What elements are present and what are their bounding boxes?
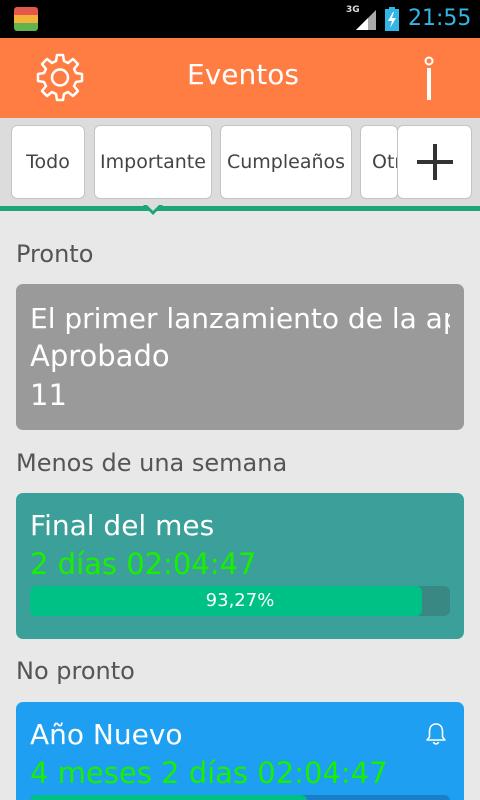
bell-icon[interactable] xyxy=(426,722,446,746)
event-title: El primer lanzamiento de la aplicación xyxy=(30,302,450,335)
progress-fill xyxy=(30,795,308,800)
tab-otros[interactable]: Otros xyxy=(360,125,398,199)
event-title: Final del mes xyxy=(30,509,215,542)
event-card[interactable]: El primer lanzamiento de la aplicación A… xyxy=(16,284,464,430)
event-subtitle: Aprobado xyxy=(30,339,170,373)
event-title: Año Nuevo xyxy=(30,718,183,751)
app-notification-icon xyxy=(14,7,38,31)
signal-icon xyxy=(356,10,376,30)
clock: 21:55 xyxy=(408,6,472,31)
add-event-button[interactable] xyxy=(397,125,472,199)
tab-todo[interactable]: Todo xyxy=(11,125,85,199)
tab-cumpleanos[interactable]: Cumpleaños xyxy=(220,125,352,199)
section-header: Pronto xyxy=(16,240,94,268)
event-countdown: 2 días 02:04:47 xyxy=(30,547,257,581)
progress-bar: 93,27% xyxy=(30,586,450,616)
info-icon[interactable] xyxy=(419,56,439,102)
category-tabs: Todo Importante Cumpleaños Otros xyxy=(0,118,480,211)
plus-icon xyxy=(416,144,453,180)
tab-indicator-line xyxy=(0,206,480,211)
event-value: 11 xyxy=(30,378,67,412)
progress-bar xyxy=(30,795,450,800)
event-card[interactable]: Año Nuevo 4 meses 2 días 02:04:47 xyxy=(16,702,464,800)
page-title: Eventos xyxy=(187,58,299,91)
status-bar: 3G 21:55 xyxy=(0,0,480,38)
event-card[interactable]: Final del mes 2 días 02:04:47 93,27% xyxy=(16,493,464,639)
section-header: No pronto xyxy=(16,657,135,685)
event-countdown: 4 meses 2 días 02:04:47 xyxy=(30,756,388,790)
battery-icon xyxy=(385,7,399,31)
app-bar: Eventos xyxy=(0,38,480,118)
tab-importante[interactable]: Importante xyxy=(94,125,212,199)
section-header: Menos de una semana xyxy=(16,449,288,477)
progress-label: 93,27% xyxy=(205,590,275,611)
